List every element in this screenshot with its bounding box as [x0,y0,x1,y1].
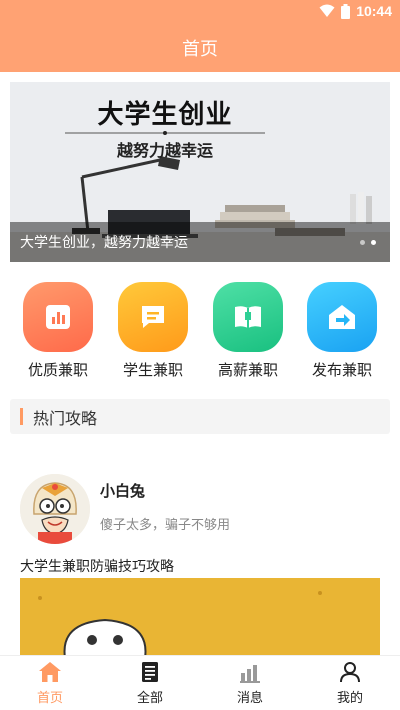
category-label: 高薪兼职 [217,362,278,379]
post-image-graphic [20,578,380,658]
category-high-pay-job[interactable]: 高薪兼职 [208,282,288,380]
tab-label: 全部 [136,689,163,705]
page-title: 首页 [182,39,218,59]
battery-icon [341,3,351,19]
user-icon [340,661,360,682]
chat-icon [118,282,188,352]
status-time: 10:44 [356,3,392,19]
tab-messages[interactable]: 消息 [200,656,300,710]
tab-all[interactable]: 全部 [100,656,200,710]
bottom-tab-bar: 首页 全部 消息 我的 [0,655,400,710]
banner-headline: 大学生创业 [97,99,233,129]
section-title: 热门攻略 [33,410,98,428]
category-label: 发布兼职 [311,362,372,379]
banner-caption-bar: 大学生创业，越努力越幸运 [10,222,390,262]
tab-profile[interactable]: 我的 [300,656,400,710]
category-grid: 优质兼职 学生兼职 高薪兼职 发布兼职 [0,282,400,382]
avatar[interactable] [20,474,90,544]
app-header: 首页 [0,24,400,72]
section-header: 热门攻略 [10,399,390,434]
carousel-dot-active[interactable] [371,240,376,245]
category-label: 学生兼职 [122,362,183,379]
message-icon [240,664,260,683]
banner-carousel[interactable]: 大学生创业 越努力越幸运 大学生创业，越努力越幸运 [10,82,390,262]
tab-label: 消息 [236,689,263,705]
category-label: 优质兼职 [27,362,88,379]
category-post-job[interactable]: 发布兼职 [302,282,382,380]
status-icons: 10:44 [319,3,392,19]
section-accent [20,408,23,425]
banner-subline: 越努力越幸运 [116,143,213,160]
post-image[interactable] [20,578,380,658]
document-icon [142,661,158,682]
tab-home[interactable]: 首页 [0,656,100,710]
post-title[interactable]: 大学生兼职防骗技巧攻略 [20,556,174,576]
status-bar: 10:44 [0,0,400,24]
send-home-icon [307,282,377,352]
bar-chart-icon [23,282,93,352]
category-quality-job[interactable]: 优质兼职 [18,282,98,380]
tab-label: 我的 [336,689,363,705]
carousel-dot[interactable] [360,240,365,245]
post-username[interactable]: 小白兔 [100,480,145,501]
tab-label: 首页 [36,689,63,705]
post-quote: 傻子太多，骗子不够用 [100,517,231,532]
home-icon [39,661,61,682]
category-student-job[interactable]: 学生兼职 [113,282,193,380]
carousel-indicator [360,240,376,245]
banner-caption: 大学生创业，越努力越幸运 [20,234,188,250]
wifi-icon [319,4,335,17]
book-icon [213,282,283,352]
